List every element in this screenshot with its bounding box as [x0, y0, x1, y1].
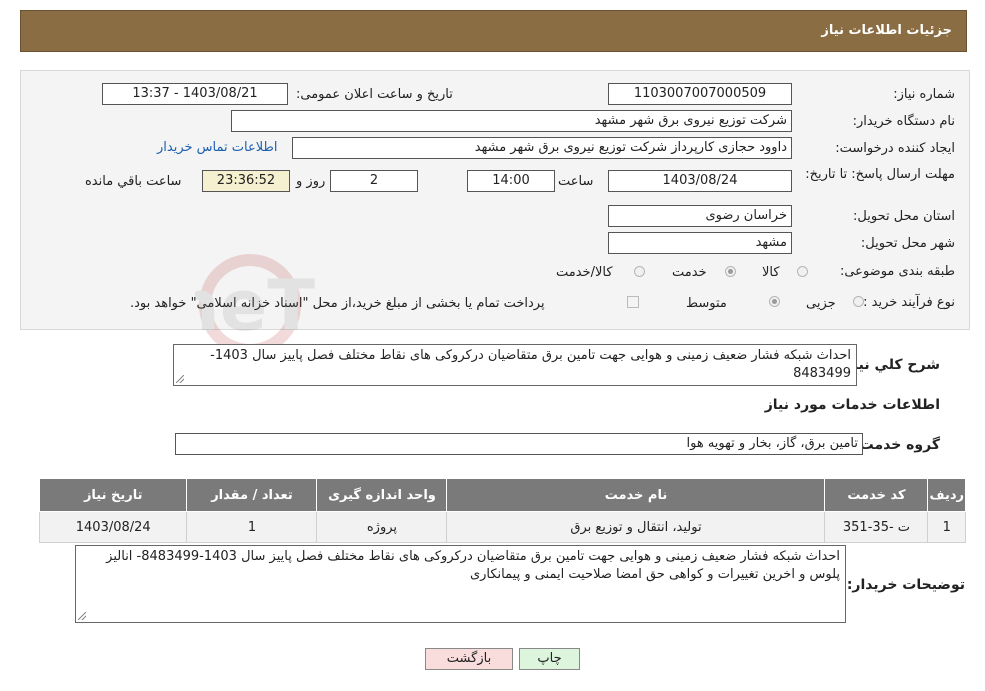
print-button[interactable]: چاپ: [519, 648, 580, 670]
page-title: جزئیات اطلاعات نیاز: [821, 23, 952, 38]
category-radio-goods[interactable]: [797, 266, 808, 277]
purchase-radio-minor[interactable]: [853, 296, 864, 307]
city-field: مشهد: [608, 232, 792, 254]
deadline-days-label: روز و: [296, 174, 326, 189]
services-section-title: اطلاعات خدمات مورد نياز: [764, 397, 940, 413]
cell-service-name: تولید، انتقال و توزیع برق: [446, 511, 826, 543]
deadline-label: مهلت ارسال پاسخ: تا تاریخ:: [805, 167, 955, 182]
cell-need-date: 1403/08/24: [38, 511, 188, 543]
description-text: احداث شبکه فشار ضعیف زمینی و هوایی جهت ت…: [210, 348, 851, 381]
deadline-days-field: 2: [330, 170, 418, 192]
category-option-goods-service: کالا/خدمت: [556, 265, 613, 280]
table-row: 1 ت -35-351 تولید، انتقال و توزیع برق پر…: [38, 511, 966, 543]
buyer-notes-label: توضیحات خریدار:: [846, 577, 965, 593]
city-label: شهر محل تحویل:: [860, 236, 955, 251]
buyer-org-field: شرکت توزیع نیروی برق شهر مشهد: [231, 110, 792, 132]
description-textarea[interactable]: احداث شبکه فشار ضعیف زمینی و هوایی جهت ت…: [173, 344, 857, 386]
purchase-radio-medium[interactable]: [769, 296, 780, 307]
treasury-checkbox-label: پرداخت تمام یا بخشی از مبلغ خرید،از محل …: [130, 296, 545, 311]
category-option-goods: کالا: [762, 265, 780, 280]
col-header-quantity: تعداد / مقدار: [186, 478, 318, 512]
cell-service-code: ت -35-351: [824, 511, 929, 543]
cell-row-number: 1: [927, 511, 966, 543]
treasury-checkbox[interactable]: [627, 296, 639, 308]
cell-unit: پروژه: [316, 511, 448, 543]
announce-datetime-field: 1403/08/21 - 13:37: [102, 83, 288, 105]
services-table: ردیف کد خدمت نام خدمت واحد اندازه گیری ت…: [38, 478, 966, 543]
need-number-field: 1103007007000509: [608, 83, 792, 105]
announce-datetime-label: تاریخ و ساعت اعلان عمومی:: [296, 87, 453, 102]
deadline-time-label: ساعت: [558, 174, 594, 189]
buyer-org-label: نام دستگاه خريدار:: [852, 114, 955, 129]
deadline-date-field: 1403/08/24: [608, 170, 792, 192]
buyer-notes-textarea[interactable]: احداث شبکه فشار ضعیف زمینی و هوایی جهت ت…: [75, 545, 846, 623]
back-button[interactable]: بازگشت: [425, 648, 513, 670]
cell-quantity: 1: [186, 511, 318, 543]
remaining-time-field: 23:36:52: [202, 170, 290, 192]
category-option-service: خدمت: [672, 265, 707, 280]
resize-grip-icon[interactable]: [176, 375, 184, 383]
category-label: طبقه بندی موضوعی:: [839, 264, 955, 279]
purchase-option-medium: متوسط: [686, 296, 727, 311]
service-group-field: تامین برق، گاز، بخار و تهویه هوا: [175, 433, 863, 455]
province-field: خراسان رضوی: [608, 205, 792, 227]
purchase-type-label: نوع فرآیند خرید :: [863, 295, 955, 310]
category-radio-goods-service[interactable]: [634, 266, 645, 277]
col-header-service-code: کد خدمت: [824, 478, 929, 512]
buyer-contact-link[interactable]: اطلاعات تماس خریدار: [157, 140, 277, 155]
page-header: جزئیات اطلاعات نیاز: [20, 10, 967, 52]
category-radio-service[interactable]: [725, 266, 736, 277]
purchase-option-minor: جزیی: [806, 296, 836, 311]
col-header-need-date: تاریخ نیاز: [38, 478, 188, 512]
remaining-time-label: ساعت باقي مانده: [85, 174, 182, 189]
deadline-time-field: 14:00: [467, 170, 555, 192]
col-header-row-number: ردیف: [927, 478, 966, 512]
need-info-panel: [20, 70, 970, 330]
service-group-label: گروه خدمت:: [854, 437, 940, 453]
table-header-row: ردیف کد خدمت نام خدمت واحد اندازه گیری ت…: [38, 478, 966, 512]
requester-label: ایجاد کننده درخواست:: [835, 141, 955, 156]
requester-field: داوود حجازی کارپرداز شرکت توزیع نیروی بر…: [292, 137, 792, 159]
province-label: استان محل تحویل:: [853, 209, 955, 224]
need-number-label: شماره نیاز:: [893, 87, 955, 102]
col-header-service-name: نام خدمت: [446, 478, 826, 512]
buyer-notes-text: احداث شبکه فشار ضعیف زمینی و هوایی جهت ت…: [106, 549, 840, 582]
col-header-unit: واحد اندازه گیری: [316, 478, 448, 512]
resize-grip-icon[interactable]: [78, 612, 86, 620]
